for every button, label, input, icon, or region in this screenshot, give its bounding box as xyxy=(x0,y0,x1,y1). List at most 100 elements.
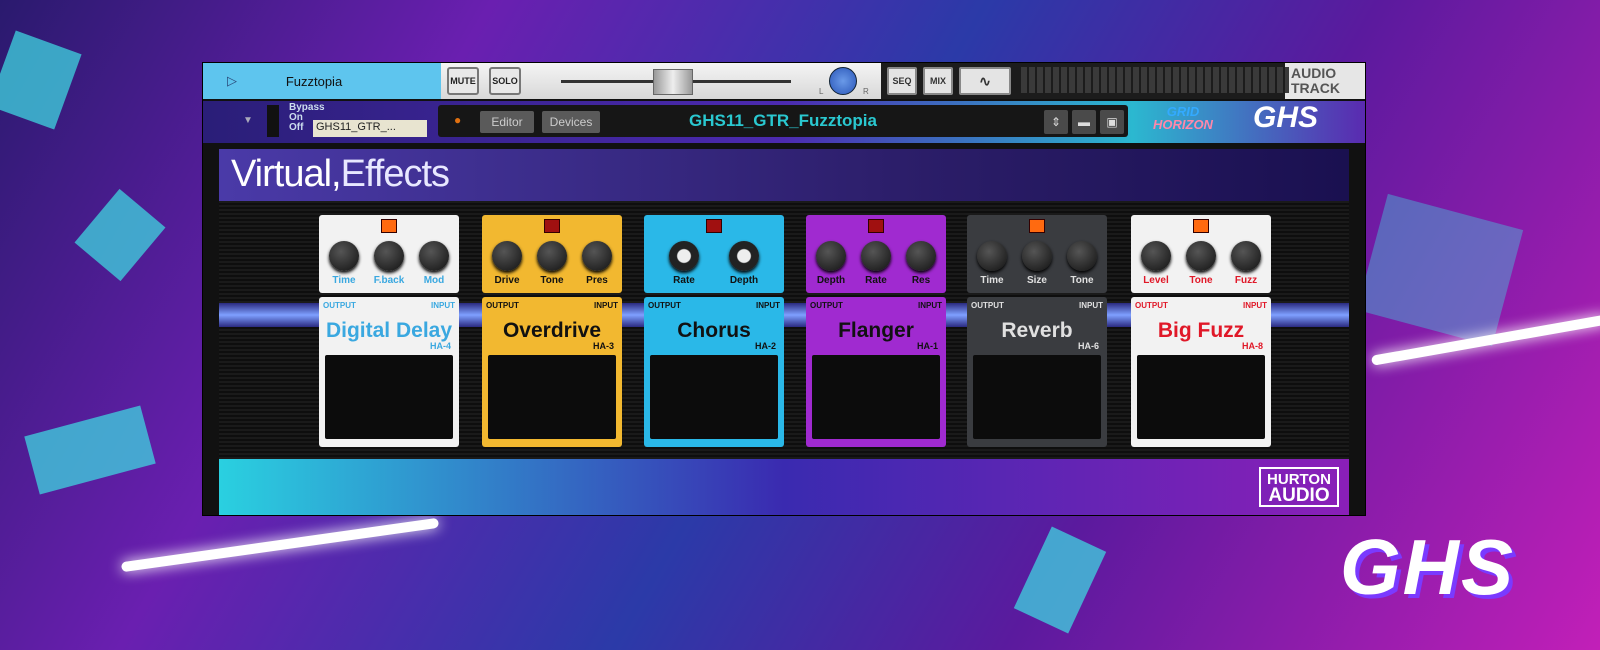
brand-line2: AUDIO xyxy=(1268,485,1330,506)
knob-label: Time xyxy=(332,275,356,286)
track-type-line1: AUDIO xyxy=(1291,65,1337,81)
pedal-body: OUTPUT INPUT Reverb HA-6 xyxy=(967,297,1107,447)
status-led xyxy=(868,219,884,233)
pedal-digital-delay: Time F.back Mod OUTPUT INPUT Digital Del… xyxy=(319,215,459,447)
knob-depth[interactable] xyxy=(816,241,846,271)
waveform-icon: ∿ xyxy=(979,72,991,89)
seq-button[interactable]: SEQ xyxy=(887,67,917,95)
ghs-watermark-logo: GHS xyxy=(1340,523,1516,611)
background-shard xyxy=(0,30,82,130)
footer-strip: HURTON AUDIO xyxy=(219,459,1349,515)
volume-fader-handle[interactable] xyxy=(653,69,693,95)
knob-label: Tone xyxy=(1189,275,1213,286)
knob-label: Fuzz xyxy=(1234,275,1258,286)
heading-part2: Effects xyxy=(340,153,450,195)
input-label: INPUT xyxy=(756,301,780,310)
track-type-line2: TRACK xyxy=(1291,80,1340,96)
knob-label: F.back xyxy=(373,275,405,286)
input-label: INPUT xyxy=(918,301,942,310)
knob-tone[interactable] xyxy=(1067,241,1097,271)
logo-horizon-text: HORIZON xyxy=(1153,117,1213,132)
device-collapse-icon[interactable]: ▼ xyxy=(243,115,253,126)
pan-right-label: R xyxy=(863,87,869,96)
knob-label: Mod xyxy=(423,275,445,286)
mix-button[interactable]: MIX xyxy=(923,67,953,95)
pedal-body: OUTPUT INPUT Chorus HA-2 xyxy=(644,297,784,447)
knob-depth[interactable] xyxy=(729,241,759,271)
track-tools: SEQ MIX ∿ xyxy=(881,63,1289,99)
pedal-control-panel: Depth Rate Res xyxy=(806,215,946,293)
footswitch[interactable] xyxy=(650,355,778,439)
mute-button[interactable]: MUTE xyxy=(447,67,479,95)
knob-level[interactable] xyxy=(1141,241,1171,271)
device-display: ● Editor Devices GHS11_GTR_Fuzztopia ⇕ ▬… xyxy=(438,105,1128,137)
pan-knob[interactable] xyxy=(829,67,857,95)
pedal-chorus: Rate Depth OUTPUT INPUT Chorus HA-2 xyxy=(644,215,784,447)
knob-label: Drive xyxy=(494,275,520,286)
bypass-switch[interactable] xyxy=(267,105,279,137)
output-label: OUTPUT xyxy=(323,301,356,310)
output-label: OUTPUT xyxy=(810,301,843,310)
pedal-body: OUTPUT INPUT Digital Delay HA-4 xyxy=(319,297,459,447)
pedal-model: HA-8 xyxy=(1241,341,1263,351)
knob-fback[interactable] xyxy=(374,241,404,271)
footswitch[interactable] xyxy=(325,355,453,439)
footswitch[interactable] xyxy=(1137,355,1265,439)
save-icon[interactable]: ▣ xyxy=(1100,110,1124,134)
footswitch[interactable] xyxy=(973,355,1101,439)
pedal-body: OUTPUT INPUT Flanger HA-1 xyxy=(806,297,946,447)
audio-track-panel: ▷ Fuzztopia MUTE SOLO L R SEQ MIX ∿ AUDI… xyxy=(202,62,1366,516)
pedal-name: Reverb xyxy=(1001,319,1073,342)
knob-label: Tone xyxy=(540,275,564,286)
background-shard xyxy=(24,405,156,495)
knob-label: Res xyxy=(911,275,931,286)
background-shard xyxy=(1013,526,1107,634)
status-led xyxy=(381,219,397,233)
expand-triangle-icon[interactable]: ▷ xyxy=(227,73,237,89)
knob-mod[interactable] xyxy=(419,241,449,271)
device-name-field[interactable]: GHS11_GTR_... xyxy=(313,120,427,137)
automation-waveform-button[interactable]: ∿ xyxy=(959,67,1011,95)
status-led xyxy=(544,219,560,233)
status-led xyxy=(1193,219,1209,233)
knob-time[interactable] xyxy=(329,241,359,271)
pedal-name: Chorus xyxy=(677,319,751,342)
solo-button[interactable]: SOLO xyxy=(489,67,521,95)
pedal-control-panel: Drive Tone Pres xyxy=(482,215,622,293)
knob-rate[interactable] xyxy=(669,241,699,271)
knob-label: Depth xyxy=(729,275,759,286)
knob-time[interactable] xyxy=(977,241,1007,271)
output-label: OUTPUT xyxy=(648,301,681,310)
knob-label: Depth xyxy=(816,275,846,286)
pedalboard: Time F.back Mod OUTPUT INPUT Digital Del… xyxy=(219,201,1349,459)
knob-tone[interactable] xyxy=(1186,241,1216,271)
ghs-logo: GHS xyxy=(1253,101,1319,134)
knob-res[interactable] xyxy=(906,241,936,271)
light-streak xyxy=(120,517,440,573)
patch-up-down-icon[interactable]: ⇕ xyxy=(1044,110,1068,134)
knob-tone[interactable] xyxy=(537,241,567,271)
knob-pres[interactable] xyxy=(582,241,612,271)
knob-fuzz[interactable] xyxy=(1231,241,1261,271)
device-header: ▼ Bypass On Off GHS11_GTR_... ● Editor Dev… xyxy=(203,101,1365,143)
pedal-control-panel: Rate Depth xyxy=(644,215,784,293)
track-name: Fuzztopia xyxy=(285,73,343,89)
knob-rate[interactable] xyxy=(861,241,891,271)
track-name-area[interactable]: ▷ Fuzztopia xyxy=(203,63,441,99)
knob-drive[interactable] xyxy=(492,241,522,271)
footswitch[interactable] xyxy=(488,355,616,439)
track-header: ▷ Fuzztopia MUTE SOLO L R SEQ MIX ∿ AUDI… xyxy=(203,63,1365,99)
pedal-control-panel: Level Tone Fuzz xyxy=(1131,215,1271,293)
input-label: INPUT xyxy=(1079,301,1103,310)
folder-icon[interactable]: ▬ xyxy=(1072,110,1096,134)
footswitch[interactable] xyxy=(812,355,940,439)
knob-label: Size xyxy=(1026,275,1047,286)
knob-size[interactable] xyxy=(1022,241,1052,271)
virtual-effects-heading: Virtual,Effects xyxy=(219,149,1349,201)
knob-label: Tone xyxy=(1070,275,1094,286)
status-led xyxy=(1029,219,1045,233)
knob-label: Rate xyxy=(673,275,695,286)
pedal-name: Digital Delay xyxy=(325,319,453,342)
knob-label: Pres xyxy=(586,275,608,286)
knob-label: Time xyxy=(980,275,1004,286)
